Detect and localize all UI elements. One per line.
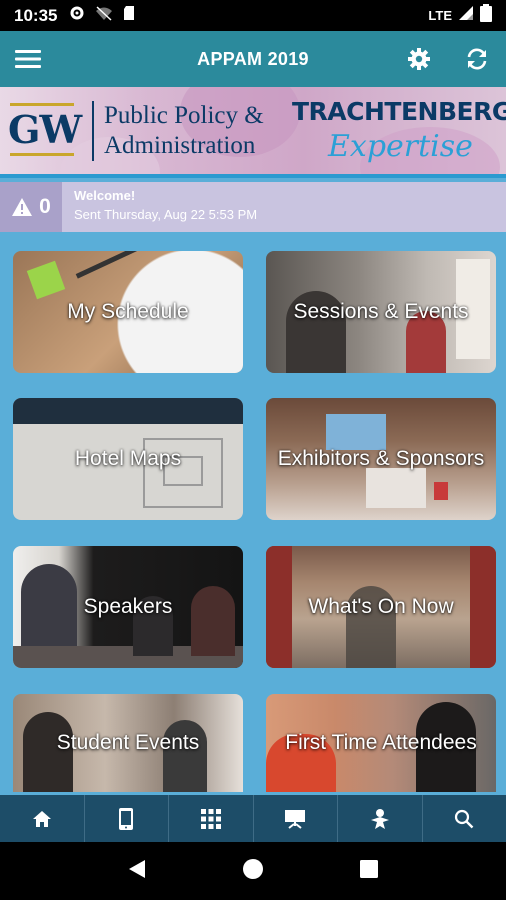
nav-person[interactable] xyxy=(338,795,423,842)
logo-rule-bottom xyxy=(10,153,74,156)
tile-label: Hotel Maps xyxy=(74,447,182,470)
gear-icon xyxy=(408,48,430,70)
battery-icon xyxy=(480,4,492,27)
refresh-button[interactable] xyxy=(448,31,506,87)
tile-label: Exhibitors & Sponsors xyxy=(277,447,485,470)
system-nav-bar xyxy=(0,842,506,900)
gw-logo: GW xyxy=(8,107,82,152)
warning-icon xyxy=(12,198,33,216)
menu-button[interactable] xyxy=(0,31,56,87)
tile-first-time-attendees[interactable]: First Time Attendees xyxy=(266,694,496,792)
grid-icon xyxy=(200,808,221,829)
tile-student-events[interactable]: Student Events xyxy=(13,694,243,792)
tile-label: What's On Now xyxy=(308,595,454,618)
network-type: LTE xyxy=(428,8,452,23)
sd-card-icon xyxy=(123,5,135,26)
tile-speakers[interactable]: Speakers xyxy=(13,546,243,668)
status-right: LTE xyxy=(428,4,492,27)
home-button[interactable] xyxy=(242,858,264,885)
school-name-line2: Administration xyxy=(104,132,256,159)
settings-button[interactable] xyxy=(390,31,448,87)
search-icon xyxy=(455,809,474,828)
circle-home-icon xyxy=(242,858,263,879)
alert-count-value: 0 xyxy=(39,195,51,218)
tile-label: First Time Attendees xyxy=(285,731,477,754)
nav-grid[interactable] xyxy=(169,795,254,842)
notification-date: Sent Thursday, Aug 22 5:53 PM xyxy=(74,207,258,222)
sponsor-banner[interactable]: GW Public Policy & Administration TRACHT… xyxy=(0,87,506,178)
school-name-line1: Public Policy & xyxy=(104,102,264,129)
sponsor-tagline: Expertise xyxy=(328,129,473,164)
tile-exhibitors-sponsors[interactable]: Exhibitors & Sponsors xyxy=(266,398,496,520)
hamburger-icon xyxy=(15,50,41,68)
refresh-icon xyxy=(467,48,487,70)
sponsor-name: TRACHTENBERG xyxy=(292,97,506,126)
tile-label: Sessions & Events xyxy=(293,300,469,323)
nav-search[interactable] xyxy=(423,795,506,842)
nav-home[interactable] xyxy=(0,795,85,842)
signal-icon xyxy=(458,5,474,26)
notification-title: Welcome! xyxy=(74,188,136,203)
recents-button[interactable] xyxy=(359,859,379,884)
app-bar-actions xyxy=(390,31,506,87)
alert-count: 0 xyxy=(0,182,62,232)
status-bar: 10:35 LTE xyxy=(0,0,506,31)
settings-notification-icon xyxy=(69,5,85,26)
person-icon xyxy=(370,808,389,829)
app-bar: APPAM 2019 xyxy=(0,31,506,87)
back-button[interactable] xyxy=(127,858,147,885)
presentation-icon xyxy=(285,809,306,829)
bottom-nav xyxy=(0,795,506,842)
tile-sessions-events[interactable]: Sessions & Events xyxy=(266,251,496,373)
tile-hotel-maps[interactable]: Hotel Maps xyxy=(13,398,243,520)
tile-whats-on-now[interactable]: What's On Now xyxy=(266,546,496,668)
wifi-off-icon xyxy=(95,5,113,26)
tile-label: Student Events xyxy=(56,731,200,754)
banner-divider xyxy=(92,101,94,161)
home-icon xyxy=(32,810,51,827)
tile-label: My Schedule xyxy=(67,300,189,323)
notification-bar[interactable]: 0 Welcome! Sent Thursday, Aug 22 5:53 PM xyxy=(0,182,506,232)
tile-my-schedule[interactable]: My Schedule xyxy=(13,251,243,373)
school-name: Public Policy & Administration xyxy=(104,101,264,161)
nav-mobile[interactable] xyxy=(85,795,169,842)
nav-presentation[interactable] xyxy=(254,795,338,842)
clock: 10:35 xyxy=(14,5,58,25)
logo-rule-top xyxy=(10,103,74,106)
mobile-icon xyxy=(119,807,134,830)
notification-message: Welcome! Sent Thursday, Aug 22 5:53 PM xyxy=(62,182,257,232)
recents-icon xyxy=(359,859,378,878)
back-icon xyxy=(129,859,146,878)
tile-label: Speakers xyxy=(83,595,173,618)
